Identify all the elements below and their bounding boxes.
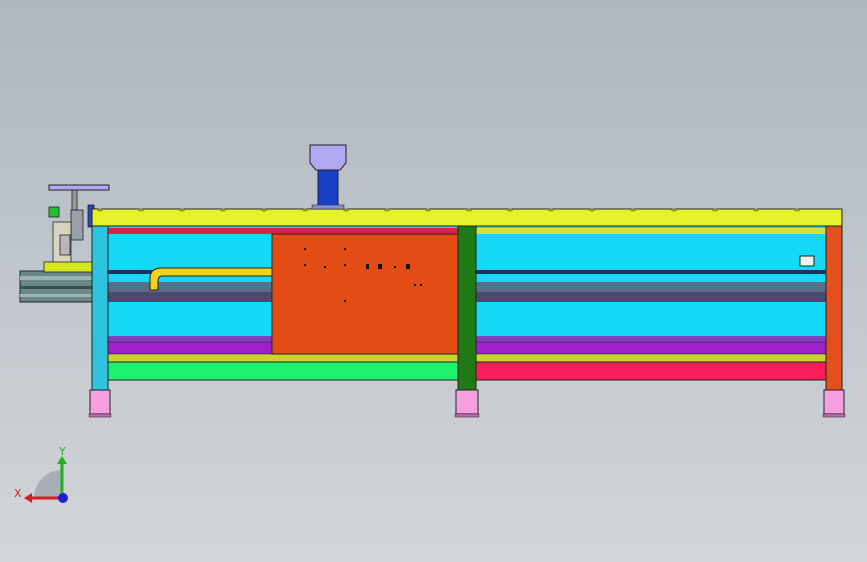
rail-bolt: [507, 208, 513, 212]
rail-bolt: [794, 208, 800, 212]
cad-viewport[interactable]: Y X: [0, 0, 867, 562]
top-motor[interactable]: [309, 144, 347, 210]
rail-bolt: [220, 208, 226, 212]
rail-bolt: [179, 208, 185, 212]
foot-middle: [455, 389, 479, 415]
right-sensor-box[interactable]: [799, 255, 815, 267]
y-axis-label: Y: [58, 445, 66, 458]
column-left[interactable]: [91, 225, 109, 391]
center-panel[interactable]: [271, 233, 459, 355]
rail-bolt: [466, 208, 472, 212]
rail-bolt: [712, 208, 718, 212]
bottom-rail-left[interactable]: [107, 361, 459, 381]
feet: [88, 389, 846, 418]
bottom-rail-right[interactable]: [475, 361, 827, 381]
rail-bolt: [425, 208, 431, 212]
rail-bolt: [261, 208, 267, 212]
rail-bolt: [753, 208, 759, 212]
rail-bolt: [589, 208, 595, 212]
cad-model-scene[interactable]: Y X: [0, 0, 867, 562]
x-axis-label: X: [14, 487, 22, 500]
coordinate-triad: Y X: [14, 445, 68, 503]
top-rail[interactable]: [91, 208, 843, 227]
rail-bolt: [630, 208, 636, 212]
foot-left: [89, 389, 111, 415]
foot-right: [823, 389, 845, 415]
left-linear-guide[interactable]: [19, 270, 96, 303]
column-middle[interactable]: [457, 225, 477, 391]
rail-bolt: [97, 208, 103, 212]
rail-bolt: [384, 208, 390, 212]
column-right[interactable]: [825, 225, 843, 391]
rail-bolt: [548, 208, 554, 212]
rail-bolt: [138, 208, 144, 212]
rail-bolt: [671, 208, 677, 212]
rail-bolt: [302, 208, 308, 212]
